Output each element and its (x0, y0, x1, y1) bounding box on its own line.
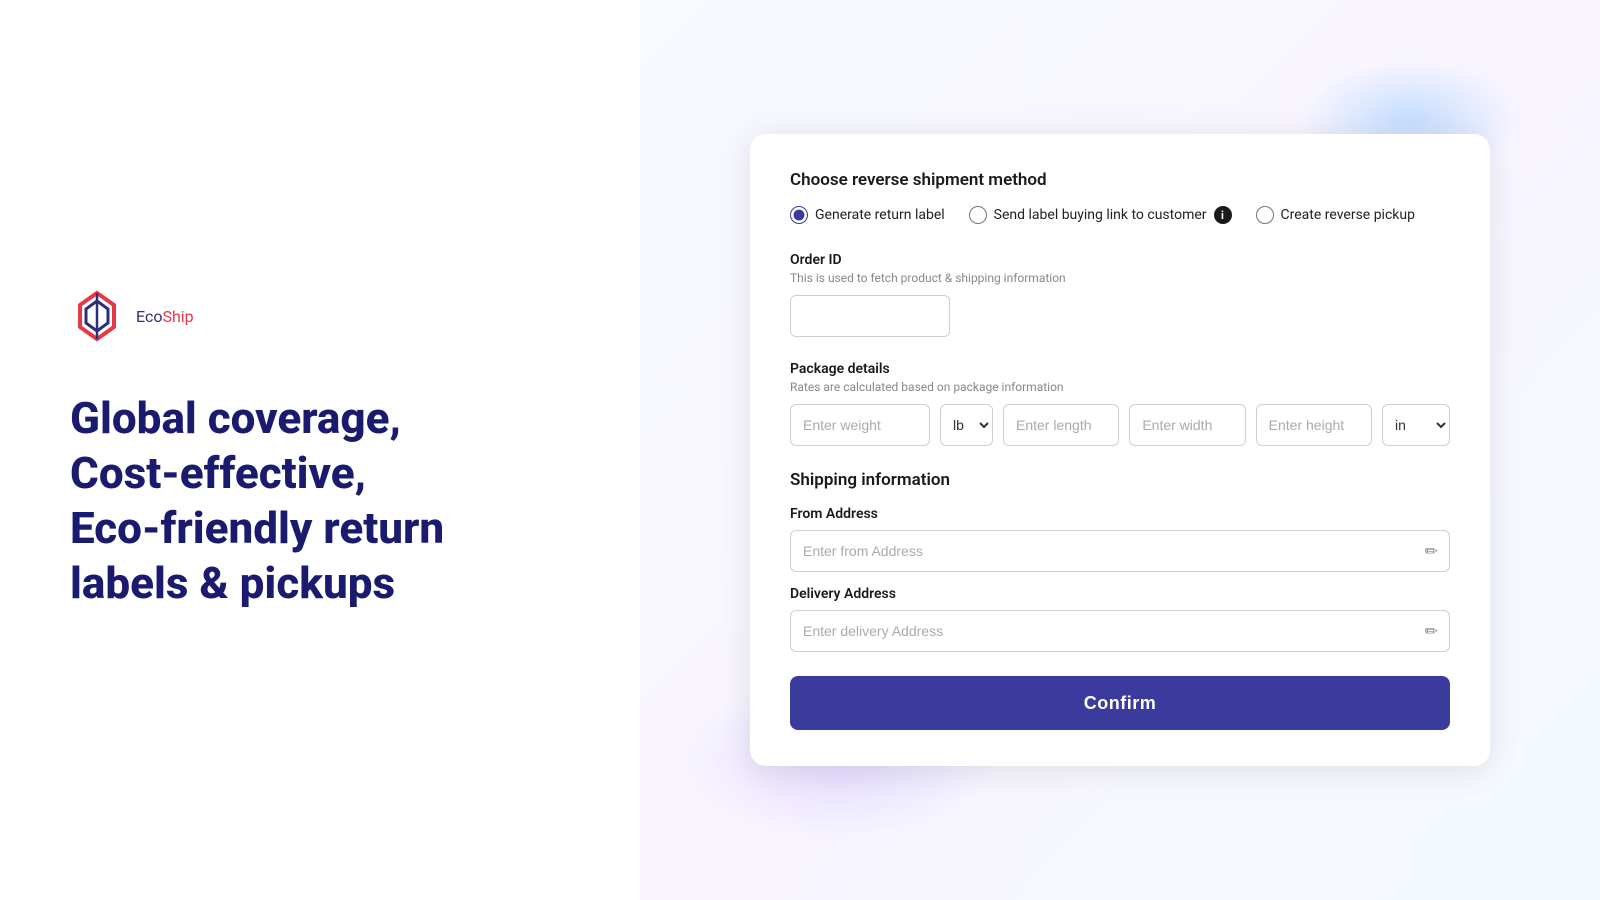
radio-option-send-link[interactable]: Send label buying link to customer i (969, 206, 1232, 224)
info-icon[interactable]: i (1214, 206, 1232, 224)
form-card: Choose reverse shipment method Generate … (750, 134, 1490, 766)
radio-label-generate: Generate return label (815, 207, 945, 223)
order-id-input[interactable] (790, 295, 950, 337)
order-id-sublabel: This is used to fetch product & shipping… (790, 271, 1450, 285)
logo: EcoShip (70, 289, 570, 343)
radio-label-reverse-pickup: Create reverse pickup (1281, 207, 1415, 223)
tagline: Global coverage, Cost-effective, Eco-fri… (70, 391, 570, 611)
package-details-group: Package details Rates are calculated bas… (790, 361, 1450, 446)
weight-unit-select[interactable]: lb kg (940, 404, 993, 446)
radio-label-send-link: Send label buying link to customer (994, 207, 1207, 223)
delivery-address-wrapper: ✏ (790, 610, 1450, 652)
delivery-address-input[interactable] (790, 610, 1450, 652)
height-input[interactable] (1256, 404, 1372, 446)
order-id-group: Order ID This is used to fetch product &… (790, 252, 1450, 337)
radio-option-reverse-pickup[interactable]: Create reverse pickup (1256, 206, 1415, 224)
left-panel: EcoShip Global coverage, Cost-effective,… (0, 0, 640, 900)
shipment-method-radio-group: Generate return label Send label buying … (790, 206, 1450, 224)
from-address-input[interactable] (790, 530, 1450, 572)
logo-text: EcoShip (136, 307, 194, 326)
from-address-label: From Address (790, 506, 1450, 522)
delivery-address-label: Delivery Address (790, 586, 1450, 602)
logo-ship: Ship (162, 307, 193, 326)
radio-create-reverse-pickup[interactable] (1256, 206, 1274, 224)
width-input[interactable] (1129, 404, 1245, 446)
order-id-label: Order ID (790, 252, 1450, 268)
confirm-button[interactable]: Confirm (790, 676, 1450, 730)
weight-input[interactable] (790, 404, 930, 446)
shipment-method-group: Choose reverse shipment method Generate … (790, 170, 1450, 224)
logo-eco: Eco (136, 307, 162, 326)
length-input[interactable] (1003, 404, 1119, 446)
radio-option-generate[interactable]: Generate return label (790, 206, 945, 224)
dimension-unit-select[interactable]: in cm (1382, 404, 1450, 446)
right-panel: Choose reverse shipment method Generate … (640, 0, 1600, 900)
package-details-sublabel: Rates are calculated based on package in… (790, 380, 1450, 394)
logo-icon (70, 289, 124, 343)
shipment-method-title: Choose reverse shipment method (790, 170, 1450, 190)
dimensions-row: lb kg in cm (790, 404, 1450, 446)
shipping-info-title: Shipping information (790, 470, 1450, 490)
shipping-info-section: Shipping information From Address ✏ Deli… (790, 470, 1450, 652)
from-address-wrapper: ✏ (790, 530, 1450, 572)
radio-send-label-link[interactable] (969, 206, 987, 224)
package-details-label: Package details (790, 361, 1450, 377)
from-address-edit-icon[interactable]: ✏ (1425, 542, 1438, 561)
radio-generate-return-label[interactable] (790, 206, 808, 224)
delivery-address-edit-icon[interactable]: ✏ (1425, 622, 1438, 641)
